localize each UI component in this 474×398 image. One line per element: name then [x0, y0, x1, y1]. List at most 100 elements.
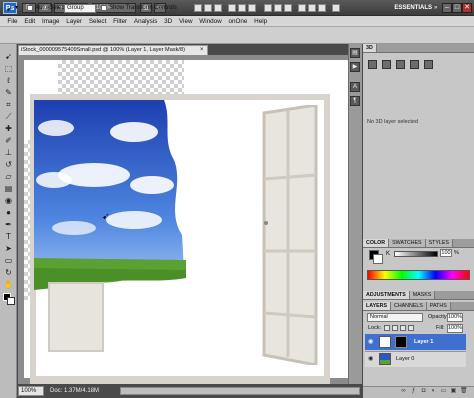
healing-brush-tool-icon[interactable]: ✚: [3, 124, 14, 134]
distribute-vcenter-button[interactable]: [274, 4, 282, 12]
align-right-button[interactable]: [248, 4, 256, 12]
menu-3d[interactable]: 3D: [161, 16, 176, 27]
distribute-top-button[interactable]: [264, 4, 272, 12]
fill-field[interactable]: 100%: [447, 324, 463, 333]
history-brush-tool-icon[interactable]: ↺: [3, 160, 14, 170]
distribute-hcenter-button[interactable]: [308, 4, 316, 12]
3d-scene-icon[interactable]: [368, 60, 377, 69]
show-transform-checkbox[interactable]: [101, 5, 107, 11]
menu-onone[interactable]: onOne: [225, 16, 251, 27]
pen-tool-icon[interactable]: ✒: [3, 220, 14, 230]
move-tool-icon[interactable]: ➹: [3, 52, 14, 62]
distribute-bottom-button[interactable]: [284, 4, 292, 12]
tab-3d[interactable]: 3D: [363, 44, 377, 52]
gradient-tool-icon[interactable]: ▤: [3, 184, 14, 194]
type-tool-icon[interactable]: T: [3, 232, 14, 242]
close-button[interactable]: ✕: [462, 3, 472, 13]
delete-layer-icon[interactable]: 🗑: [460, 388, 468, 395]
eyedropper-tool-icon[interactable]: ⟋: [3, 112, 14, 122]
3d-lights-icon[interactable]: [410, 60, 419, 69]
move-tool-icon[interactable]: ➹: [6, 4, 13, 13]
eraser-tool-icon[interactable]: ▱: [3, 172, 14, 182]
horizontal-scrollbar[interactable]: [120, 387, 360, 395]
3d-rotate-tool-icon[interactable]: ↻: [3, 268, 14, 278]
document-tab[interactable]: iStock_000009575409Small.psd @ 100% (Lay…: [18, 45, 208, 55]
blend-mode-dropdown[interactable]: Normal: [367, 313, 423, 322]
layer-style-icon[interactable]: ƒ: [410, 388, 417, 395]
document-tab-close-icon[interactable]: ×: [200, 45, 204, 55]
menu-help[interactable]: Help: [251, 16, 271, 27]
lock-transparent-icon[interactable]: [384, 325, 390, 331]
clone-stamp-tool-icon[interactable]: ⊥: [3, 148, 14, 158]
dodge-tool-icon[interactable]: ●: [3, 208, 14, 218]
menu-analysis[interactable]: Analysis: [131, 16, 161, 27]
distribute-right-button[interactable]: [318, 4, 326, 12]
lasso-tool-icon[interactable]: ℓ: [3, 76, 14, 86]
tool-preset-dropdown-icon[interactable]: ▾: [15, 4, 18, 13]
tab-adjustments[interactable]: ADJUSTMENTS: [363, 291, 410, 299]
workspace-dropdown-icon[interactable]: »: [434, 3, 437, 13]
menu-image[interactable]: Image: [39, 16, 63, 27]
color-spectrum-bar[interactable]: [367, 270, 470, 280]
workspace-switcher[interactable]: ESSENTIALS: [392, 3, 432, 13]
color-k-slider[interactable]: [394, 251, 438, 257]
background-color-swatch[interactable]: [7, 297, 15, 305]
maximize-button[interactable]: □: [452, 3, 462, 13]
paragraph-panel-icon[interactable]: ¶: [350, 96, 360, 106]
lock-all-icon[interactable]: [408, 325, 414, 331]
align-top-button[interactable]: [194, 4, 202, 12]
add-mask-icon[interactable]: ◘: [420, 388, 427, 395]
lock-pixels-icon[interactable]: [392, 325, 398, 331]
color-background-swatch[interactable]: [373, 254, 383, 264]
blur-tool-icon[interactable]: ◉: [3, 196, 14, 206]
quick-select-tool-icon[interactable]: ✎: [3, 88, 14, 98]
auto-align-button[interactable]: [332, 4, 340, 12]
tab-paths[interactable]: PATHS: [426, 302, 451, 310]
brush-tool-icon[interactable]: ✐: [3, 136, 14, 146]
new-group-icon[interactable]: ▭: [440, 388, 447, 395]
menu-edit[interactable]: Edit: [21, 16, 39, 27]
character-panel-icon[interactable]: A: [350, 82, 360, 92]
lock-position-icon[interactable]: [400, 325, 406, 331]
tab-swatches[interactable]: SWATCHES: [389, 239, 426, 247]
layer-1-visibility-eye-icon[interactable]: ◉: [368, 339, 374, 345]
hand-tool-icon[interactable]: ✋: [3, 280, 14, 290]
align-vcenter-button[interactable]: [204, 4, 212, 12]
opacity-field[interactable]: 100%: [447, 313, 463, 322]
menu-filter[interactable]: Filter: [110, 16, 131, 27]
3d-camera-icon[interactable]: [424, 60, 433, 69]
link-layers-icon[interactable]: ∞: [400, 388, 407, 395]
minimize-button[interactable]: –: [442, 3, 452, 13]
distribute-left-button[interactable]: [298, 4, 306, 12]
tab-styles[interactable]: STYLES: [425, 239, 453, 247]
tab-masks[interactable]: MASKS: [409, 291, 436, 299]
tab-channels[interactable]: CHANNELS: [391, 302, 427, 310]
align-bottom-button[interactable]: [214, 4, 222, 12]
layer-1-mask-thumbnail[interactable]: [395, 336, 407, 348]
new-layer-icon[interactable]: ▣: [450, 388, 457, 395]
crop-tool-icon[interactable]: ⌗: [3, 100, 14, 110]
auto-select-checkbox[interactable]: [27, 5, 33, 11]
auto-select-dropdown[interactable]: Group: [64, 4, 96, 13]
history-panel-icon[interactable]: ▤: [350, 48, 360, 58]
path-select-tool-icon[interactable]: ➤: [3, 244, 14, 254]
align-left-button[interactable]: [228, 4, 236, 12]
3d-mesh-icon[interactable]: [382, 60, 391, 69]
actions-panel-icon[interactable]: ▶: [350, 62, 360, 72]
layer-1-thumbnail[interactable]: [379, 336, 391, 348]
status-zoom-field[interactable]: 100%: [18, 386, 44, 396]
layer-0-visibility-eye-icon[interactable]: ◉: [368, 356, 374, 362]
layer-0-thumbnail[interactable]: [379, 353, 391, 365]
menu-view[interactable]: View: [176, 16, 196, 27]
3d-materials-icon[interactable]: [396, 60, 405, 69]
color-k-value[interactable]: 100: [440, 249, 452, 257]
tab-layers[interactable]: LAYERS: [363, 302, 391, 310]
menu-window[interactable]: Window: [196, 16, 225, 27]
menu-layer[interactable]: Layer: [63, 16, 86, 27]
marquee-tool-icon[interactable]: ⬚: [3, 64, 14, 74]
menu-file[interactable]: File: [4, 16, 21, 27]
layer-0-name[interactable]: Layer 0: [396, 355, 414, 363]
layer-1-name[interactable]: Layer 1: [414, 338, 433, 346]
shape-tool-icon[interactable]: ▭: [3, 256, 14, 266]
align-hcenter-button[interactable]: [238, 4, 246, 12]
